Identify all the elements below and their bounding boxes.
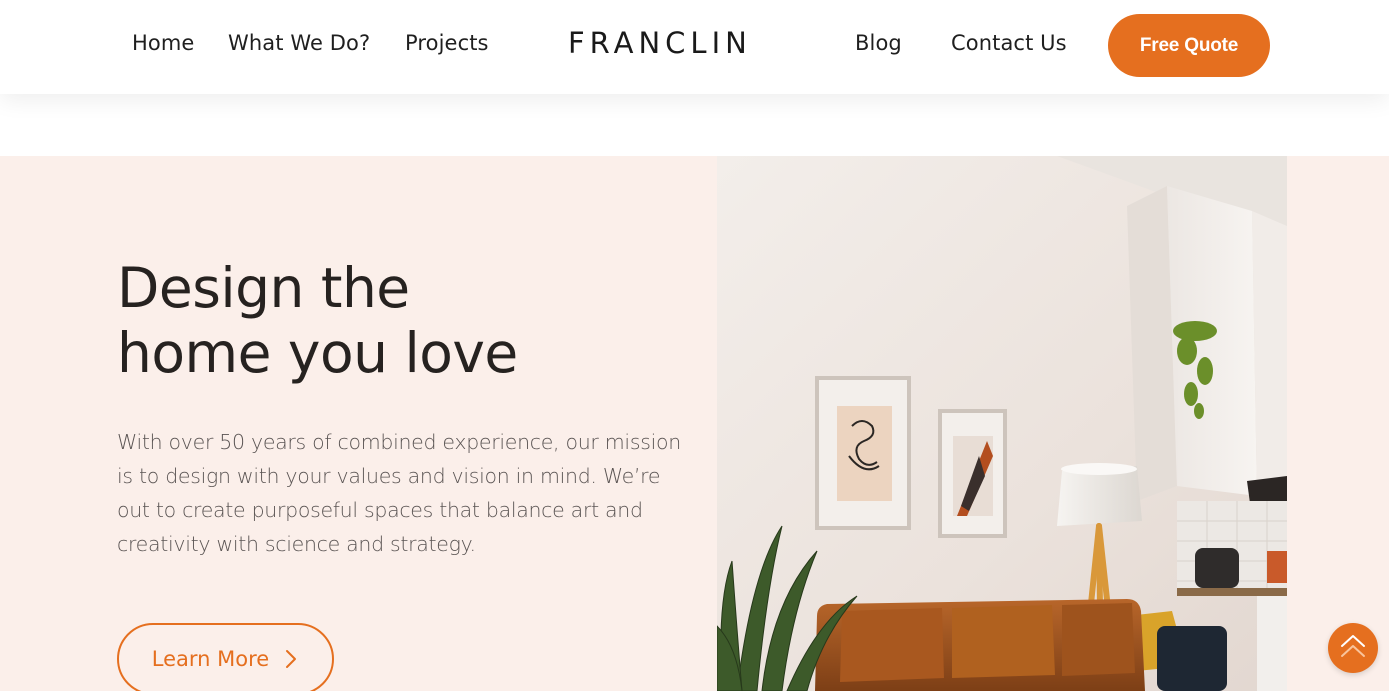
nav-link-projects[interactable]: Projects xyxy=(405,31,489,55)
hero-title-line-2: home you love xyxy=(117,321,518,385)
hero-description: With over 50 years of combined experienc… xyxy=(117,430,681,556)
free-quote-button[interactable]: Free Quote xyxy=(1108,14,1270,77)
back-to-top-button[interactable] xyxy=(1328,623,1378,673)
living-room-photo xyxy=(717,156,1287,691)
nav-link-contact-us[interactable]: Contact Us xyxy=(951,31,1067,55)
site-logo[interactable]: FRANCLIN xyxy=(568,26,752,60)
learn-more-label: Learn More xyxy=(151,647,270,671)
nav-link-home[interactable]: Home xyxy=(132,31,194,55)
hero-section: Design the home you love With over 50 ye… xyxy=(0,156,1389,691)
site-header: Home What We Do? Projects FRANCLIN Blog … xyxy=(0,0,1389,94)
nav-link-blog[interactable]: Blog xyxy=(855,31,902,55)
chevron-right-icon xyxy=(283,649,299,669)
double-chevron-up-icon xyxy=(1339,633,1367,663)
nav-link-what-we-do[interactable]: What We Do? xyxy=(228,31,370,55)
hero-title: Design the home you love xyxy=(117,256,518,386)
hero-title-line-1: Design the xyxy=(117,256,410,320)
learn-more-button[interactable]: Learn More xyxy=(117,623,334,691)
